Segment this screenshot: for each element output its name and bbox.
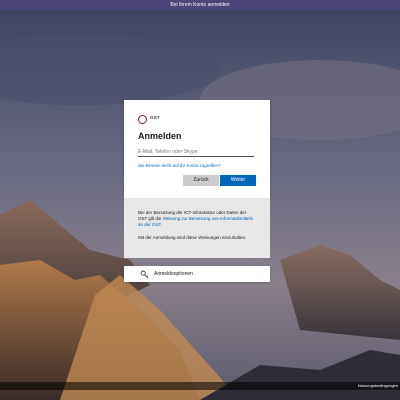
usage-notice: Bei der Benutzung der ICT-Infrastuktur o…: [124, 198, 270, 258]
logo-ring-icon: [138, 115, 147, 124]
signin-options-button[interactable]: Anmeldeoptionen: [124, 266, 270, 282]
cant-access-account-link[interactable]: Sie können nicht auf Ihr Konto zugreifen…: [138, 163, 221, 168]
next-button[interactable]: Weiter: [220, 175, 256, 186]
back-button[interactable]: Zurück: [183, 175, 219, 186]
terms-of-use-link[interactable]: Nutzungsbedingungen: [358, 383, 398, 388]
key-icon: [140, 270, 149, 279]
notice-text: Bei der Benutzung der ICT-Infrastuktur o…: [138, 210, 256, 228]
logo-text: OST: [150, 115, 160, 120]
footer-bar: Nutzungsbedingungen: [0, 382, 400, 390]
notice-agreement: Mit der Anmeldung sind diese Weisungen e…: [138, 235, 247, 240]
window-title-bar: Bei Ihrem Konto anmelden: [0, 0, 400, 10]
page-title: Anmelden: [138, 131, 182, 141]
signin-card: OST Anmelden Sie können nicht auf Ihr Ko…: [124, 100, 270, 198]
window-title: Bei Ihrem Konto anmelden: [170, 2, 230, 8]
email-field[interactable]: [138, 147, 254, 157]
signin-options-label: Anmeldeoptionen: [154, 271, 193, 277]
notice-text-after-link: .: [160, 222, 163, 227]
ost-logo: OST: [138, 114, 178, 126]
